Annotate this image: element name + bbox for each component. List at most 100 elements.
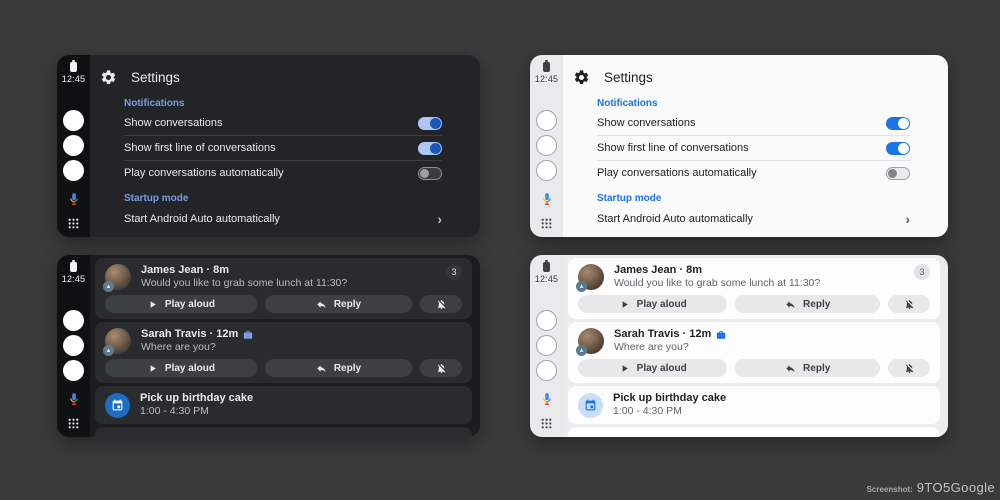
play-aloud-button[interactable]: Play aloud — [578, 359, 727, 377]
app-shortcut-circle[interactable] — [536, 335, 557, 356]
notification-card-message[interactable]: ▲ Sarah Travis · 12m Where are you? Play… — [95, 322, 472, 383]
assistant-mic-icon[interactable] — [540, 192, 554, 206]
notification-actions: Play aloud Reply — [578, 295, 930, 313]
app-grid-icon[interactable] — [540, 417, 553, 430]
app-grid-icon[interactable] — [540, 217, 553, 230]
notification-actions: Play aloud Reply — [105, 359, 462, 377]
mute-button[interactable] — [420, 359, 462, 377]
setting-row-show-first-line[interactable]: Show first line of conversations — [597, 136, 910, 160]
setting-label: Show conversations — [124, 117, 222, 129]
notification-texts: Sarah Travis · 12m Where are you? — [141, 328, 253, 354]
notification-actions: Play aloud Reply — [105, 295, 462, 313]
toggle-show-first-line[interactable] — [886, 142, 910, 155]
mute-button[interactable] — [420, 295, 462, 313]
reply-button[interactable]: Reply — [265, 295, 412, 313]
play-icon — [147, 363, 158, 374]
play-aloud-label: Play aloud — [637, 363, 687, 374]
settings-header: Settings — [90, 55, 480, 90]
notification-card-message[interactable]: ▲ Sarah Travis · 12m Where are you? Play… — [568, 322, 940, 383]
toggle-show-first-line[interactable] — [418, 142, 442, 155]
system-rail: 12:45 — [530, 55, 563, 237]
briefcase-icon — [243, 330, 253, 340]
app-grid-icon[interactable] — [67, 217, 80, 230]
toggle-play-automatically[interactable] — [418, 167, 442, 180]
assistant-mic-icon[interactable] — [540, 392, 554, 406]
reply-icon — [316, 299, 327, 310]
app-shortcut-circle[interactable] — [63, 110, 84, 131]
app-shortcut-circle[interactable] — [536, 310, 557, 331]
toggle-show-conversations[interactable] — [886, 117, 910, 130]
message-preview: Would you like to grab some lunch at 11:… — [141, 277, 347, 290]
notification-card-partial[interactable] — [95, 427, 472, 437]
assistant-mic-icon[interactable] — [67, 392, 81, 406]
app-grid-icon[interactable] — [67, 417, 80, 430]
avatar: ▲ — [578, 328, 604, 354]
setting-row-show-conversations[interactable]: Show conversations — [597, 111, 910, 135]
setting-row-show-conversations[interactable]: Show conversations — [124, 111, 442, 135]
settings-content: Settings Notifications Show conversation… — [563, 55, 948, 237]
setting-row-play-automatically[interactable]: Play conversations automatically — [597, 161, 910, 185]
calendar-row: Pick up birthday cake 1:00 - 4:30 PM — [105, 392, 462, 418]
notification-header: ▲ Sarah Travis · 12m Where are you? — [105, 328, 462, 354]
play-aloud-button[interactable]: Play aloud — [578, 295, 727, 313]
setting-row-start-automatically[interactable]: Start Android Auto automatically › — [597, 206, 910, 231]
mute-button[interactable] — [888, 359, 930, 377]
reply-icon — [785, 299, 796, 310]
message-preview: Where are you? — [141, 341, 253, 354]
notification-card-calendar[interactable]: Pick up birthday cake 1:00 - 4:30 PM — [95, 386, 472, 424]
app-shortcut-circle[interactable] — [63, 160, 84, 181]
notification-count-badge: 3 — [914, 264, 930, 280]
app-shortcuts — [63, 110, 84, 181]
app-shortcut-circle[interactable] — [63, 135, 84, 156]
notification-count-badge: 3 — [446, 264, 462, 280]
message-preview: Where are you? — [614, 341, 726, 354]
assistant-badge-icon: ▲ — [103, 345, 114, 356]
play-aloud-label: Play aloud — [165, 363, 215, 374]
toggle-show-conversations[interactable] — [418, 117, 442, 130]
assistant-mic-icon[interactable] — [67, 192, 81, 206]
section-header-notifications: Notifications — [124, 97, 442, 111]
reply-button[interactable]: Reply — [735, 359, 880, 377]
notification-card-message[interactable]: ▲ James Jean · 8m Would you like to grab… — [568, 258, 940, 319]
app-shortcut-circle[interactable] — [63, 360, 84, 381]
mute-button[interactable] — [888, 295, 930, 313]
watermark-brand: 9TO5Google — [917, 480, 995, 495]
settings-header: Settings — [563, 55, 948, 90]
app-shortcut-circle[interactable] — [536, 160, 557, 181]
play-icon — [619, 363, 630, 374]
bell-off-icon — [904, 299, 915, 310]
gear-icon — [100, 69, 117, 86]
app-shortcut-circle[interactable] — [536, 110, 557, 131]
play-icon — [147, 299, 158, 310]
page-title: Settings — [604, 70, 653, 85]
reply-button[interactable]: Reply — [735, 295, 880, 313]
reply-icon — [785, 363, 796, 374]
notification-card-message[interactable]: ▲ James Jean · 8m Would you like to grab… — [95, 258, 472, 319]
play-aloud-button[interactable]: Play aloud — [105, 359, 257, 377]
play-aloud-button[interactable]: Play aloud — [105, 295, 257, 313]
toggle-play-automatically[interactable] — [886, 167, 910, 180]
settings-list: Notifications Show conversations Show fi… — [563, 90, 948, 231]
reply-label: Reply — [803, 363, 830, 374]
setting-row-start-automatically[interactable]: Start Android Auto automatically › — [124, 206, 442, 231]
assistant-badge-icon: ▲ — [103, 281, 114, 292]
setting-row-play-automatically[interactable]: Play conversations automatically — [124, 161, 442, 185]
battery-icon — [543, 62, 550, 72]
app-shortcut-circle[interactable] — [63, 335, 84, 356]
setting-label: Show first line of conversations — [124, 142, 276, 154]
assistant-badge-icon: ▲ — [576, 281, 587, 292]
notification-card-partial[interactable] — [568, 427, 940, 437]
setting-label: Play conversations automatically — [597, 167, 757, 179]
app-shortcut-circle[interactable] — [536, 360, 557, 381]
toggle-knob — [888, 169, 897, 178]
notification-header: ▲ Sarah Travis · 12m Where are you? — [578, 328, 930, 354]
app-shortcut-circle[interactable] — [536, 135, 557, 156]
setting-row-show-first-line[interactable]: Show first line of conversations — [124, 136, 442, 160]
reply-label: Reply — [334, 299, 361, 310]
reply-button[interactable]: Reply — [265, 359, 412, 377]
notification-list: ▲ James Jean · 8m Would you like to grab… — [90, 255, 480, 437]
app-shortcut-circle[interactable] — [63, 310, 84, 331]
notification-card-calendar[interactable]: Pick up birthday cake 1:00 - 4:30 PM — [568, 386, 940, 424]
clock: 12:45 — [535, 274, 559, 284]
notification-header: ▲ James Jean · 8m Would you like to grab… — [105, 264, 462, 290]
